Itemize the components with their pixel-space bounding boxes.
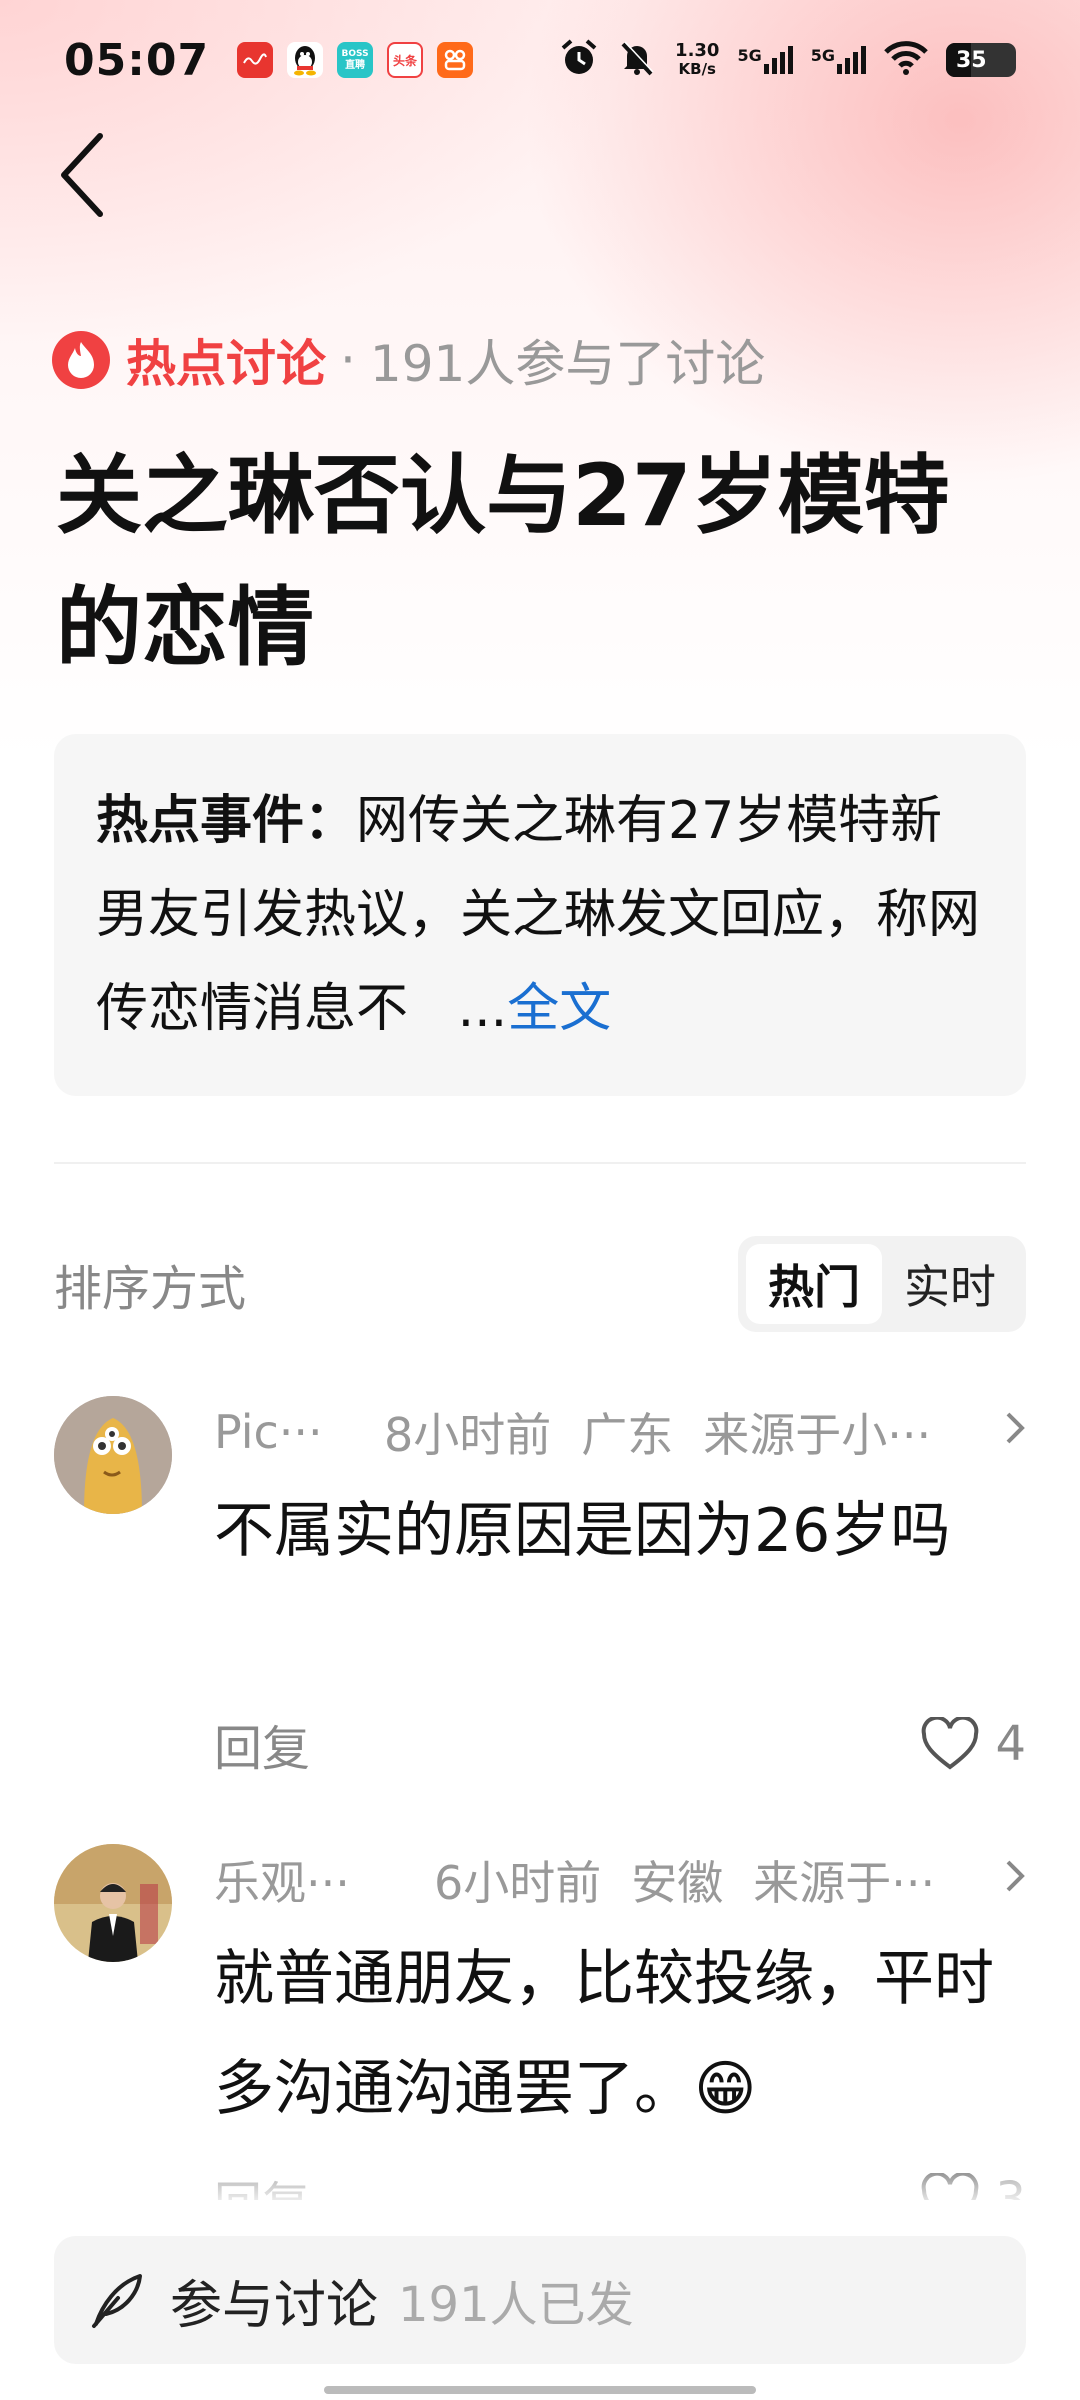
comment-source: 来源于··· — [753, 1856, 936, 1910]
comment-text: 不属实的原因是因为26岁吗 — [214, 1496, 951, 1566]
boss-icon: BOSS 直聘 — [337, 42, 374, 78]
comment-meta[interactable]: 乐观··· 6小时前 安徽 来源于··· — [214, 1844, 1026, 1916]
comment-meta[interactable]: Pic··· 8小时前 广东 来源于小··· — [214, 1396, 1026, 1468]
comment-text: 就普通朋友，比较投缘，平时多沟通沟通罢了。😁 — [214, 1944, 994, 2124]
comment-item: Pic··· 8小时前 广东 来源于小··· 不属实的原因是因为26岁吗 回复 … — [54, 1396, 1026, 1796]
app-orange-icon — [437, 42, 474, 78]
sort-option-realtime[interactable]: 实时 — [882, 1244, 1018, 1324]
comment-location: 广东 — [581, 1408, 674, 1462]
page-title: 关之琳否认与27岁模特的恋情 — [56, 446, 950, 678]
sort-option-hot[interactable]: 热门 — [746, 1244, 882, 1324]
reply-button[interactable]: 回复 — [214, 1709, 310, 1779]
bottom-bar: 参与讨论 191人已发 — [0, 2200, 1080, 2400]
avatar[interactable] — [54, 1396, 172, 1514]
chevron-right-icon — [1004, 1405, 1026, 1459]
hot-discussion-label: 热点讨论 — [126, 335, 326, 393]
comment-time: 6小时前 — [434, 1856, 602, 1910]
status-time: 05:07 — [64, 34, 210, 86]
signal-2-icon: 5G — [811, 46, 866, 74]
event-label: 热点事件： — [96, 791, 357, 851]
comment-actions: 回复 4 — [214, 1704, 1026, 1784]
separator: · — [340, 331, 356, 389]
mute-bell-icon — [617, 38, 657, 82]
chevron-right-icon — [1004, 1853, 1026, 1907]
join-discussion-label: 参与讨论 — [170, 2275, 379, 2336]
comment-author[interactable]: 乐观··· — [214, 1847, 364, 1913]
app-red-icon — [237, 42, 274, 78]
like-button[interactable]: 4 — [921, 1716, 1026, 1772]
like-count: 4 — [995, 1716, 1026, 1772]
comment-location: 安徽 — [631, 1856, 724, 1910]
home-indicator[interactable] — [324, 2386, 756, 2394]
feather-pen-icon — [92, 2274, 142, 2328]
comment-source: 来源于小··· — [703, 1408, 932, 1462]
topic-header: 热点讨论 · 191人参与了讨论 — [52, 330, 765, 393]
event-summary-card[interactable]: 热点事件：网传关之琳有27岁模特新男友引发热议，关之琳发文回应，称网传恋情消息不… — [54, 734, 1026, 1096]
signal-1-icon: 5G — [737, 46, 793, 74]
qq-icon — [287, 42, 324, 78]
net-speed: 1.30 KB/s — [675, 40, 720, 79]
back-button[interactable] — [48, 130, 118, 220]
toutiao-icon: 头条 — [387, 42, 424, 78]
join-discussion-input[interactable]: 参与讨论 191人已发 — [54, 2236, 1026, 2364]
ellipsis: ... — [457, 979, 508, 1039]
chevron-left-icon — [61, 133, 103, 217]
posted-count: 191人已发 — [398, 2277, 634, 2333]
divider — [54, 1162, 1026, 1164]
status-bar: 05:07 BOSS 直聘 头条 1.30 KB/s 5G 5G 35 — [0, 0, 1080, 120]
read-full-link[interactable]: 全文 — [507, 979, 611, 1039]
alarm-icon — [559, 38, 599, 82]
comment-time: 8小时前 — [384, 1408, 552, 1462]
avatar[interactable] — [54, 1844, 172, 1962]
comment-author[interactable]: Pic··· — [214, 1405, 364, 1459]
sort-row: 排序方式 热门 实时 — [54, 1236, 1026, 1332]
flame-icon — [52, 331, 110, 389]
sort-toggle: 热门 实时 — [738, 1236, 1026, 1332]
sort-label: 排序方式 — [54, 1261, 247, 1317]
wifi-icon — [884, 40, 928, 80]
heart-icon — [922, 1717, 979, 1770]
battery-icon: 35 — [946, 43, 1016, 77]
participants-count: 191人参与了讨论 — [369, 335, 766, 393]
